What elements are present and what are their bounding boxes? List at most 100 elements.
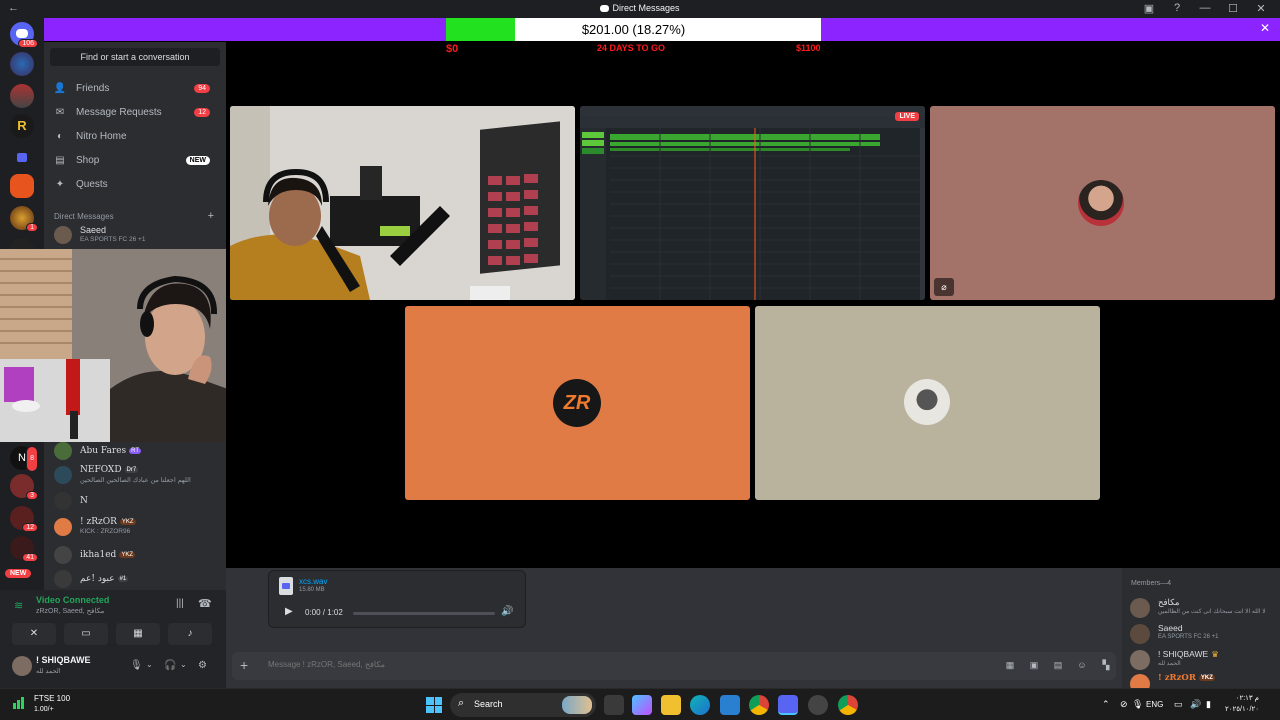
gif-icon[interactable]: ▣ [1028, 659, 1040, 671]
battery-icon[interactable]: ▮ [1206, 699, 1211, 710]
copilot-icon[interactable] [632, 695, 652, 715]
apps-icon[interactable]: ▚ [1100, 659, 1112, 671]
language-indicator[interactable]: ENG [1146, 700, 1163, 709]
new-servers-pill[interactable]: NEW [5, 569, 32, 578]
nav-nitro-home[interactable]: ◐ Nitro Home [50, 125, 220, 147]
member-item[interactable]: Saeed EA SPORTS FC 26 +1 [1130, 622, 1276, 646]
disconnect-icon[interactable]: ☎ [198, 597, 212, 610]
volume-icon[interactable]: 🔊 [501, 606, 513, 617]
close-icon[interactable]: ✕ [1260, 21, 1270, 35]
gear-icon[interactable]: ⚙ [198, 660, 207, 671]
mic-icon[interactable]: 🎙 [1132, 699, 1143, 710]
member-item[interactable]: ! SHIQBAWE ♛ الحمد لله [1130, 648, 1276, 672]
dm-item[interactable]: ! zRzOR YKZ KICK : ZRZOR96 [52, 516, 222, 540]
mic-icon[interactable]: 🎙 [130, 660, 143, 671]
ticker-name[interactable]: FTSE 100 [34, 694, 70, 703]
headphones-icon[interactable]: 🎧 [164, 660, 176, 671]
help-icon[interactable]: ? [1170, 2, 1184, 15]
file-explorer-icon[interactable] [661, 695, 681, 715]
file-name-link[interactable]: xcs.wav [299, 577, 327, 586]
avatar[interactable] [12, 656, 32, 676]
emoji-icon[interactable]: ☺ [1076, 659, 1088, 671]
dm-item[interactable]: ikha1ed YKZ [52, 544, 222, 568]
video-tile-avatar[interactable]: ZR [405, 306, 750, 500]
screen-share-button[interactable]: ▭ [64, 623, 108, 645]
server-icon[interactable]: N8 [10, 446, 38, 472]
avatar [54, 226, 72, 244]
video-image [230, 106, 575, 300]
start-button[interactable] [426, 697, 442, 713]
nav-shop[interactable]: ▤ Shop NEW [50, 149, 220, 171]
close-window-button[interactable]: ✕ [1254, 2, 1268, 15]
server-icon[interactable]: 12 [10, 506, 38, 532]
member-item[interactable]: مكافح لا الله الا انت سبحانك انى كنت من … [1130, 596, 1276, 620]
chrome-icon[interactable] [838, 695, 858, 715]
server-icon[interactable]: 1 [10, 206, 38, 232]
minimize-button[interactable]: — [1198, 2, 1212, 15]
task-view-icon[interactable] [604, 695, 624, 715]
nav-message-requests[interactable]: ✉ Message Requests 12 [50, 101, 220, 123]
server-icon[interactable]: 41 [10, 536, 38, 562]
chevron-down-icon[interactable]: ⌄ [180, 660, 187, 669]
folder-icon[interactable] [10, 146, 34, 170]
dm-item[interactable]: N [52, 490, 222, 514]
network-icon[interactable]: ▭ [1174, 699, 1183, 710]
server-icon[interactable]: 3 [10, 474, 38, 500]
upload-plus-icon[interactable]: + [240, 657, 248, 673]
chevron-up-icon[interactable]: ⌃ [1102, 699, 1110, 710]
taskbar-search[interactable]: ⌕ Search [450, 693, 596, 717]
find-conversation-button[interactable]: Find or start a conversation [50, 48, 220, 66]
dm-item[interactable]: عبود !عم #1 [52, 568, 222, 592]
camera-off-button[interactable]: ✕ [12, 623, 56, 645]
message-input[interactable] [268, 660, 868, 669]
video-tile-avatar[interactable] [755, 306, 1100, 500]
play-icon[interactable]: ▶ [285, 606, 293, 617]
voice-status[interactable]: Video Connected [36, 595, 109, 605]
noise-suppression-icon[interactable]: ||| [176, 598, 184, 609]
inbox-icon[interactable]: ▣ [1142, 2, 1156, 15]
member-item[interactable]: ! zRzOR YKZ [1130, 672, 1276, 688]
nav-quests[interactable]: ✦ Quests [50, 173, 220, 195]
webcam-overlay [0, 249, 228, 442]
avatar [1130, 650, 1150, 670]
activities-button[interactable]: ▦ [116, 623, 160, 645]
friends-badge: 94 [194, 83, 210, 93]
store-icon[interactable] [720, 695, 740, 715]
discord-taskbar-icon[interactable] [778, 695, 798, 715]
edge-icon[interactable] [690, 695, 710, 715]
chat-area: xcs.wav 15.80 MB ▶ 0:00 / 1:02 🔊 + ▦ ▣ ▤… [226, 568, 1122, 688]
home-button[interactable]: 106 [10, 22, 38, 48]
call-area: LIVE ⌀ ZR [226, 42, 1280, 568]
video-tile-camera[interactable] [230, 106, 575, 300]
clock[interactable]: م ٠٢:١٣ ٢٠٢٥/١٠/٢٠ [1225, 693, 1259, 715]
soundboard-button[interactable]: ♪ [168, 623, 212, 645]
donation-goal-track: $201.00 (18.27%) [446, 18, 821, 41]
nav-friends[interactable]: 👤 Friends 94 [50, 77, 220, 99]
chrome-icon[interactable] [749, 695, 769, 715]
video-tile-screenshare[interactable]: LIVE [580, 106, 925, 300]
sticker-icon[interactable]: ▤ [1052, 659, 1064, 671]
system-tray: ⌃ ⊘ 🎙 ENG ▭ 🔊 ▮ م ٠٢:١٣ ٢٠٢٥/١٠/٢٠ [1090, 689, 1280, 720]
dm-item[interactable]: Abu Fares RT [52, 440, 222, 464]
server-icon[interactable] [10, 52, 34, 76]
gift-icon[interactable]: ▦ [1004, 659, 1016, 671]
screenshare-image [580, 106, 925, 300]
maximize-button[interactable]: ☐ [1226, 2, 1240, 15]
audio-attachment: xcs.wav 15.80 MB ▶ 0:00 / 1:02 🔊 [268, 570, 526, 628]
server-icon[interactable] [10, 84, 34, 108]
avatar [1130, 674, 1150, 688]
app-icon[interactable] [808, 695, 828, 715]
volume-icon[interactable]: 🔊 [1190, 699, 1201, 710]
create-dm-plus-icon[interactable]: + [208, 210, 214, 222]
avatar [54, 466, 72, 484]
dm-header: Direct Messages [54, 212, 114, 221]
server-icon[interactable]: R [10, 114, 34, 138]
video-tile-avatar[interactable]: ⌀ [930, 106, 1275, 300]
server-icon[interactable] [10, 174, 34, 198]
audio-scrubber[interactable] [353, 612, 495, 615]
app-tray-icon[interactable]: ⊘ [1120, 699, 1128, 710]
dm-item[interactable]: Saeed EA SPORTS FC 26 +1 [52, 224, 222, 248]
live-badge: LIVE [895, 112, 919, 121]
dm-item[interactable]: NEFOXD Dr7 اللهم اجعلنا من عبادك الصالحين… [52, 464, 222, 488]
chevron-down-icon[interactable]: ⌄ [146, 660, 153, 669]
